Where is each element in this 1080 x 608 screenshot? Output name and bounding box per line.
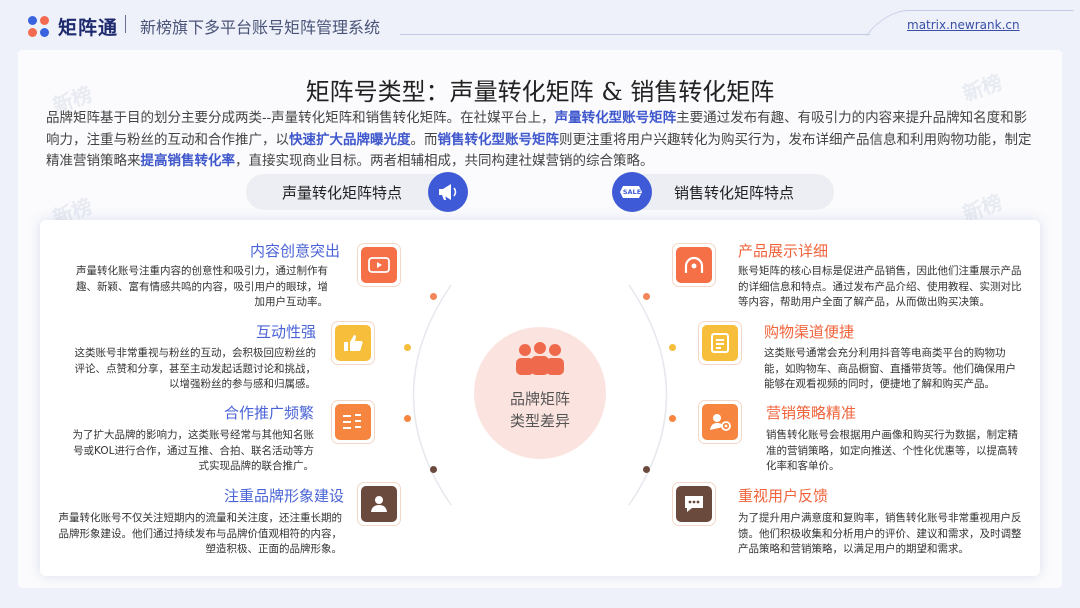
right-item-icon-box — [698, 321, 742, 365]
video-play-icon — [361, 247, 397, 283]
left-arc — [412, 284, 452, 506]
left-item-desc: 声量转化账号注重内容的创意性和吸引力，通过制作有趣、新颖、富有情感共鸣的内容，吸… — [76, 265, 328, 308]
left-item-desc: 声量转化账号不仅关注短期内的流量和关注度，还注重长期的品牌形象建设。他们通过持续… — [58, 512, 343, 555]
left-item-desc: 为了扩大品牌的影响力，这类账号经常与其他知名账号或KOL进行合作，通过互推、合拍… — [72, 429, 315, 472]
intro-highlight: 快速扩大品牌曝光度 — [289, 131, 411, 148]
left-item-icon-box — [357, 243, 401, 287]
film-reel-icon — [676, 247, 712, 283]
right-item-icon-box — [698, 400, 742, 444]
thumbs-up-icon — [335, 325, 371, 361]
left-item-icon-box — [357, 482, 401, 526]
user-hand-icon — [361, 486, 397, 522]
arc-dot — [643, 466, 650, 473]
header-separator — [125, 15, 126, 33]
megaphone-icon — [428, 172, 468, 212]
right-item-desc: 销售转化账号会根据用户画像和购买行为数据，制定精准的营销策略，如定向推送、个性化… — [766, 429, 1018, 472]
left-item-title: 合作推广频繁 — [223, 404, 314, 422]
arc-dot — [430, 293, 437, 300]
sale-tag-text: SALE — [622, 188, 642, 196]
right-item-desc: 账号矩阵的核心目标是促进产品销售，因此他们注重展示产品的详细信息和特点。通过发布… — [738, 265, 1022, 308]
voice-matrix-label: 声量转化矩阵特点 — [282, 184, 403, 202]
user-target-icon — [702, 404, 738, 440]
logo-mark-icon — [28, 15, 50, 38]
logo[interactable]: 矩阵通 — [28, 13, 118, 40]
shopping-list-icon — [702, 325, 738, 361]
header-url-link[interactable]: matrix.newrank.cn — [907, 18, 1020, 32]
right-item-desc: 这类账号通常会充分利用抖音等电商类平台的购物功能，如购物车、商品橱窗、直播带货等… — [764, 347, 1016, 390]
arc-dot — [669, 415, 676, 422]
arc-dot — [643, 293, 650, 300]
intro-highlight: 声量转化型账号矩阵 — [554, 110, 677, 126]
right-item-icon-box — [672, 482, 716, 526]
logo-text: 矩阵通 — [58, 17, 119, 39]
voice-matrix-pill: 声量转化矩阵特点 — [246, 172, 468, 212]
left-item-icon-box — [331, 321, 375, 365]
ranking-list-icon — [335, 404, 371, 440]
left-item-title: 互动性强 — [255, 323, 316, 341]
intro-paragraph: 品牌矩阵基于目的划分主要分成两类--声量转化矩阵和销售转化矩阵。在社媒平台上，声… — [46, 110, 1032, 169]
intro-highlight: 提高销售转化率 — [140, 153, 236, 169]
sale-tag-icon: SALE — [612, 172, 652, 212]
right-item-title: 购物渠道便捷 — [764, 323, 855, 341]
right-item-title: 产品展示详细 — [738, 242, 829, 260]
header-divider-line — [400, 34, 870, 35]
arc-dot — [669, 344, 676, 351]
intro-highlight: 销售转化型账号矩阵 — [437, 131, 560, 148]
arc-dot — [430, 466, 437, 473]
right-item-title: 营销策略精准 — [766, 404, 857, 422]
arc-dot — [404, 415, 411, 422]
left-item-title: 注重品牌形象建设 — [223, 487, 344, 505]
left-item-icon-box — [331, 400, 375, 444]
header-title: 新榜旗下多平台账号矩阵管理系统 — [140, 18, 381, 37]
center-label: 品牌矩阵 类型差异 — [509, 390, 570, 430]
left-item-title: 内容创意突出 — [249, 242, 340, 260]
sales-matrix-label: 销售转化矩阵特点 — [674, 184, 795, 202]
group-people-icon — [516, 342, 564, 375]
left-item-desc: 这类账号非常重视与粉丝的互动，会积极回应粉丝的评论、点赞和分享，甚至主动发起话题… — [74, 347, 317, 390]
arc-dot — [404, 344, 411, 351]
header-bar: 矩阵通 新榜旗下多平台账号矩阵管理系统 matrix.newrank.cn — [0, 0, 1080, 50]
right-arc — [628, 284, 668, 506]
right-item-desc: 为了提升用户满意度和复购率，销售转化账号非常重视用户反馈。他们积极收集和分析用户… — [738, 512, 1022, 555]
chat-bubble-icon — [676, 486, 712, 522]
sales-matrix-pill: SALE 销售转化矩阵特点 — [612, 172, 834, 212]
right-item-title: 重视用户反馈 — [738, 487, 829, 505]
right-item-icon-box — [672, 243, 716, 287]
page-title: 矩阵号类型：声量转化矩阵 & 销售转化矩阵 — [305, 78, 775, 106]
